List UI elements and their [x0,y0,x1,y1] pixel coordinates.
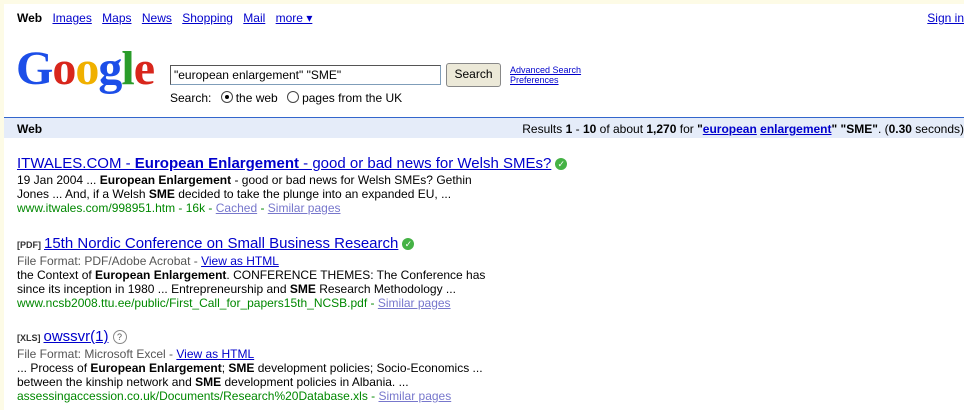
result-url: www.ncsb2008.ttu.ee/public/First_Call_fo… [17,296,451,310]
view-as-html-link[interactable]: View as HTML [201,254,279,268]
page: Web Images Maps News Shopping Mail more … [0,0,964,410]
preferences-link[interactable]: Preferences [510,75,581,85]
scope-uk-radio[interactable] [287,91,300,103]
nav-maps[interactable]: Maps [102,11,131,25]
scope-web-radio[interactable] [220,91,233,103]
pdf-tag: [PDF] [17,240,41,250]
nav-web: Web [17,11,43,25]
similar-pages-link[interactable]: Similar pages [268,201,341,215]
similar-pages-link[interactable]: Similar pages [378,296,451,310]
search-result: ITWALES.COM - European Enlargement - goo… [17,155,568,215]
results-bar-label: Web [17,122,43,136]
search-input[interactable] [170,65,441,85]
help-question-icon[interactable]: ? [112,330,127,344]
result-file-format: File Format: PDF/Adobe Acrobat - View as… [17,254,279,268]
result-title-link[interactable]: ITWALES.COM - European Enlargement - goo… [17,155,551,172]
frame-left [0,0,4,410]
search-result: [PDF] 15th Nordic Conference on Small Bus… [17,235,485,310]
nav-news[interactable]: News [142,11,172,25]
results-bar: Web Results 1 - 10 of about 1,270 for "e… [4,117,964,138]
result-snippet: ... Process of European Enlargement; SME… [17,361,483,375]
search-button[interactable]: Search [446,63,501,87]
result-snippet: the Context of European Enlargement. CON… [17,268,486,282]
result-url: www.itwales.com/998951.htm - 16k - Cache… [17,201,341,215]
cached-link[interactable]: Cached [216,201,257,215]
similar-pages-link[interactable]: Similar pages [379,389,452,403]
query-term-enlargement[interactable]: enlargement [760,122,831,136]
result-snippet: between the kinship network and SME deve… [17,375,409,389]
scope-uk-label[interactable]: pages from the UK [302,91,402,105]
scope-label: Search: [170,91,212,105]
result-file-format: File Format: Microsoft Excel - View as H… [17,347,255,361]
search-options: Advanced Search Preferences [510,65,581,85]
verified-check-icon: ✓ [402,238,415,250]
nav-more-menu[interactable]: more ▾ [276,11,313,25]
frame-top [0,0,964,4]
view-as-html-link[interactable]: View as HTML [176,347,254,361]
result-url: assessingaccession.co.uk/Documents/Resea… [17,389,452,403]
result-snippet: 19 Jan 2004 ... European Enlargement - g… [17,173,472,187]
advanced-search-link[interactable]: Advanced Search [510,65,581,75]
results-summary: Results 1 - 10 of about 1,270 for "europ… [522,122,964,136]
xls-tag: [XLS] [17,333,41,343]
search-scope: Search: the web pages from the UK [170,91,402,105]
scope-web-label[interactable]: the web [236,91,278,105]
result-snippet: since its inception in 1980 ... Entrepre… [17,282,456,296]
result-title-link[interactable]: 15th Nordic Conference on Small Business… [44,235,398,252]
verified-check-icon: ✓ [555,158,568,170]
google-logo[interactable]: Google [16,45,155,93]
top-nav: Web Images Maps News Shopping Mail more … [17,11,319,25]
query-term-european[interactable]: european [703,122,757,136]
search-result: [XLS] owssvr(1)? File Format: Microsoft E… [17,328,483,403]
result-title-link[interactable]: owssvr(1) [44,328,109,345]
nav-images[interactable]: Images [52,11,91,25]
result-snippet: Jones ... And, if a Welsh SME decided to… [17,187,452,201]
nav-shopping[interactable]: Shopping [182,11,233,25]
sign-in-link[interactable]: Sign in [927,11,964,25]
nav-mail[interactable]: Mail [243,11,265,25]
